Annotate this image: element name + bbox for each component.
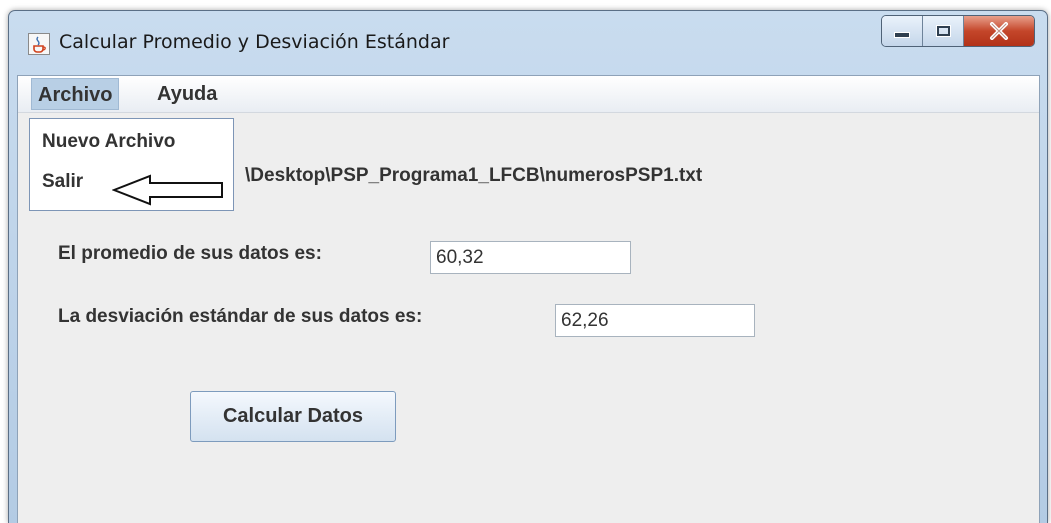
- stddev-label: La desviación estándar de sus datos es:: [58, 306, 423, 327]
- maximize-button[interactable]: [923, 16, 964, 46]
- close-button[interactable]: [964, 16, 1034, 46]
- maximize-icon: [935, 25, 951, 37]
- app-window: Calcular Promedio y Desviación Estándar …: [8, 10, 1048, 523]
- calculate-button[interactable]: Calcular Datos: [190, 391, 396, 442]
- menu-item-salir[interactable]: Salir: [42, 171, 83, 193]
- menu-item-nuevo-archivo[interactable]: Nuevo Archivo: [42, 131, 175, 153]
- window-title: Calcular Promedio y Desviación Estándar: [59, 31, 450, 53]
- minimize-button[interactable]: [882, 16, 923, 46]
- average-field[interactable]: 60,32: [430, 241, 631, 274]
- menu-bar: Archivo Ayuda: [18, 76, 1039, 113]
- close-icon: [990, 22, 1008, 40]
- java-cup-icon[interactable]: [28, 33, 50, 55]
- minimize-icon: [894, 32, 910, 38]
- file-path-text: \Desktop\PSP_Programa1_LFCB\numerosPSP1.…: [245, 165, 703, 186]
- stddev-field[interactable]: 62,26: [555, 304, 755, 337]
- menu-ayuda[interactable]: Ayuda: [151, 78, 223, 110]
- pointer-arrow-icon: [112, 174, 223, 206]
- menu-archivo[interactable]: Archivo: [31, 78, 120, 110]
- title-bar[interactable]: Calcular Promedio y Desviación Estándar: [9, 11, 1047, 75]
- window-controls: [881, 15, 1035, 47]
- average-label: El promedio de sus datos es:: [58, 243, 322, 264]
